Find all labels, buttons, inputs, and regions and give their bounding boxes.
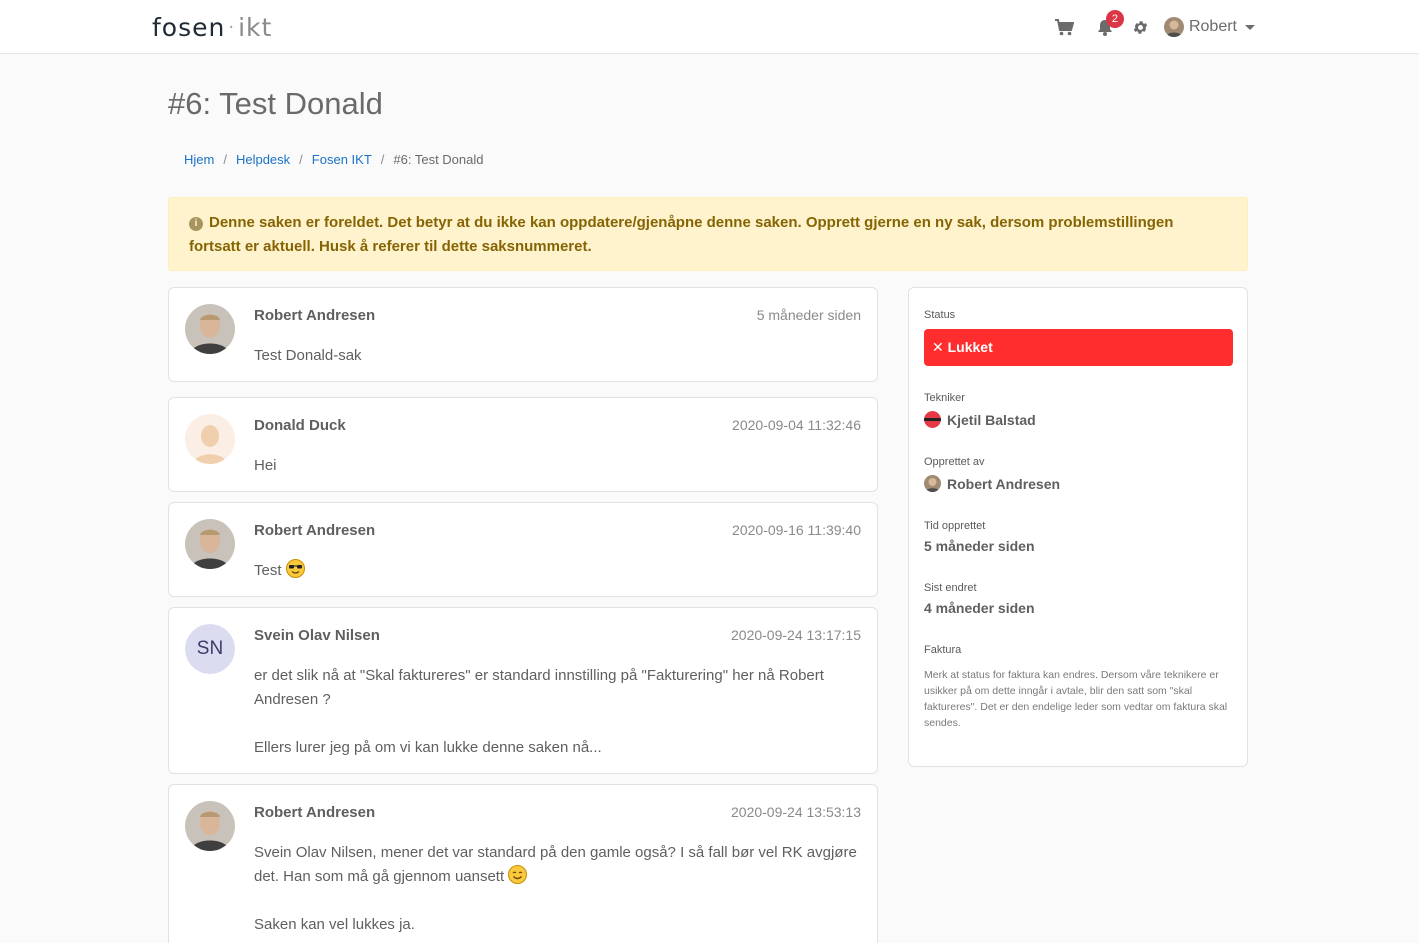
breadcrumb-home[interactable]: Hjem [184, 152, 214, 167]
info-icon: i [189, 217, 203, 231]
comment-text: Svein Olav Nilsen, mener det var standar… [254, 841, 861, 889]
status-value: Lukket [947, 339, 993, 355]
created-by-value: Robert Andresen [924, 475, 1060, 492]
last-changed-label: Sist endret [924, 582, 977, 594]
comment-text: er det slik nå at "Skal faktureres" er s… [254, 667, 824, 708]
comment-card: SN Svein Olav Nilsen 2020-09-24 13:17:15… [168, 607, 878, 774]
avatar-initials: SN [185, 624, 235, 674]
comment-body: er det slik nå at "Skal faktureres" er s… [254, 664, 861, 760]
status-label: Status [924, 309, 956, 321]
comment-body: Hei [254, 454, 861, 478]
created-time-label: Tid opprettet [924, 520, 986, 532]
avatar [185, 304, 235, 354]
user-avatar [1163, 17, 1184, 37]
comment-author: Robert Andresen [254, 522, 376, 539]
comment-time: 2020-09-24 13:17:15 [731, 627, 861, 643]
gear-icon[interactable] [1130, 16, 1152, 38]
tekniker-name: Kjetil Balstad [947, 411, 1036, 428]
comment-time: 2020-09-24 13:53:13 [731, 804, 861, 820]
comment-time: 2020-09-04 11:32:46 [732, 417, 861, 433]
breadcrumb: Hjem / Helpdesk / Fosen IKT / #6: Test D… [184, 152, 484, 167]
breadcrumb-current: #6: Test Donald [393, 152, 484, 167]
tekniker-label: Tekniker [924, 392, 965, 404]
creator-avatar [924, 475, 941, 492]
created-time-value: 5 måneder siden [924, 538, 1035, 554]
comment-text: Test [254, 559, 861, 583]
avatar [185, 414, 235, 464]
tekniker-value: Kjetil Balstad [924, 411, 1036, 428]
comment-card: Donald Duck 2020-09-04 11:32:46 Hei [168, 397, 878, 492]
bell-icon[interactable]: 2 [1094, 10, 1124, 38]
chevron-down-icon [1245, 24, 1255, 30]
comment-author: Robert Andresen [254, 307, 376, 324]
ticket-details-panel: Status ✕ Lukket Tekniker Kjetil Balstad … [908, 287, 1248, 767]
comment-text-content: Test [254, 562, 282, 579]
user-name: Robert [1188, 18, 1237, 35]
tekniker-avatar [924, 411, 941, 428]
smile-emoji [508, 865, 528, 884]
comment-body: Test [254, 559, 861, 583]
comment-time: 2020-09-16 11:39:40 [732, 522, 861, 538]
close-icon: ✕ [932, 339, 944, 355]
status-badge: ✕ Lukket [924, 329, 1233, 366]
comment-author: Robert Andresen [254, 804, 376, 821]
comment-author: Donald Duck [254, 417, 346, 434]
comment-body: Svein Olav Nilsen, mener det var standar… [254, 841, 861, 937]
comment-text: Saken kan vel lukkes ja. [254, 916, 415, 933]
comment-text: Test Donald-sak [254, 347, 362, 364]
top-navbar: fosen · ikt 2 Robert [0, 0, 1419, 54]
last-changed-value: 4 måneder siden [924, 600, 1035, 616]
comment-text: Hei [254, 457, 277, 474]
user-menu[interactable]: Robert [1163, 17, 1255, 37]
sunglasses-emoji [285, 559, 305, 578]
comment-card: Robert Andresen 2020-09-24 13:53:13 Svei… [168, 784, 878, 943]
comment-text: Ellers lurer jeg på om vi kan lukke denn… [254, 739, 602, 756]
cart-icon[interactable] [1054, 16, 1076, 38]
logo-tail-text: ikt [238, 13, 273, 42]
comment-author: Svein Olav Nilsen [254, 627, 380, 644]
breadcrumb-separator: / [299, 152, 303, 167]
outdated-alert: i Denne saken er foreldet. Det betyr at d… [168, 197, 1248, 271]
avatar: SN [185, 624, 235, 674]
comment-card: Robert Andresen 5 måneder siden Test Don… [168, 287, 878, 382]
invoice-note: Merk at status for faktura kan endres. D… [924, 669, 1228, 729]
breadcrumb-helpdesk[interactable]: Helpdesk [236, 152, 290, 167]
comment-text-content: Svein Olav Nilsen, mener det var standar… [254, 844, 857, 885]
comment-time: 5 måneder siden [756, 307, 861, 323]
logo-dot: · [228, 17, 236, 38]
comment-body: Test Donald-sak [254, 344, 861, 368]
navbar-actions: 2 Robert [1040, 10, 1255, 40]
invoice-label: Faktura [924, 644, 962, 656]
created-by-label: Opprettet av [924, 456, 985, 468]
notification-badge: 2 [1105, 10, 1124, 28]
logo-main-text: fosen [152, 13, 226, 42]
avatar [185, 801, 235, 851]
breadcrumb-separator: / [380, 152, 385, 167]
fosen-ikt-logo[interactable]: fosen · ikt [152, 14, 272, 42]
page-title: #6: Test Donald [168, 86, 383, 121]
creator-name: Robert Andresen [947, 475, 1061, 492]
avatar [185, 519, 235, 569]
comment-card: Robert Andresen 2020-09-16 11:39:40 Test [168, 502, 878, 597]
breadcrumb-fosen-ikt[interactable]: Fosen IKT [312, 152, 372, 167]
breadcrumb-separator: / [223, 152, 227, 167]
alert-text: Denne saken er foreldet. Det betyr at du… [189, 214, 1174, 255]
